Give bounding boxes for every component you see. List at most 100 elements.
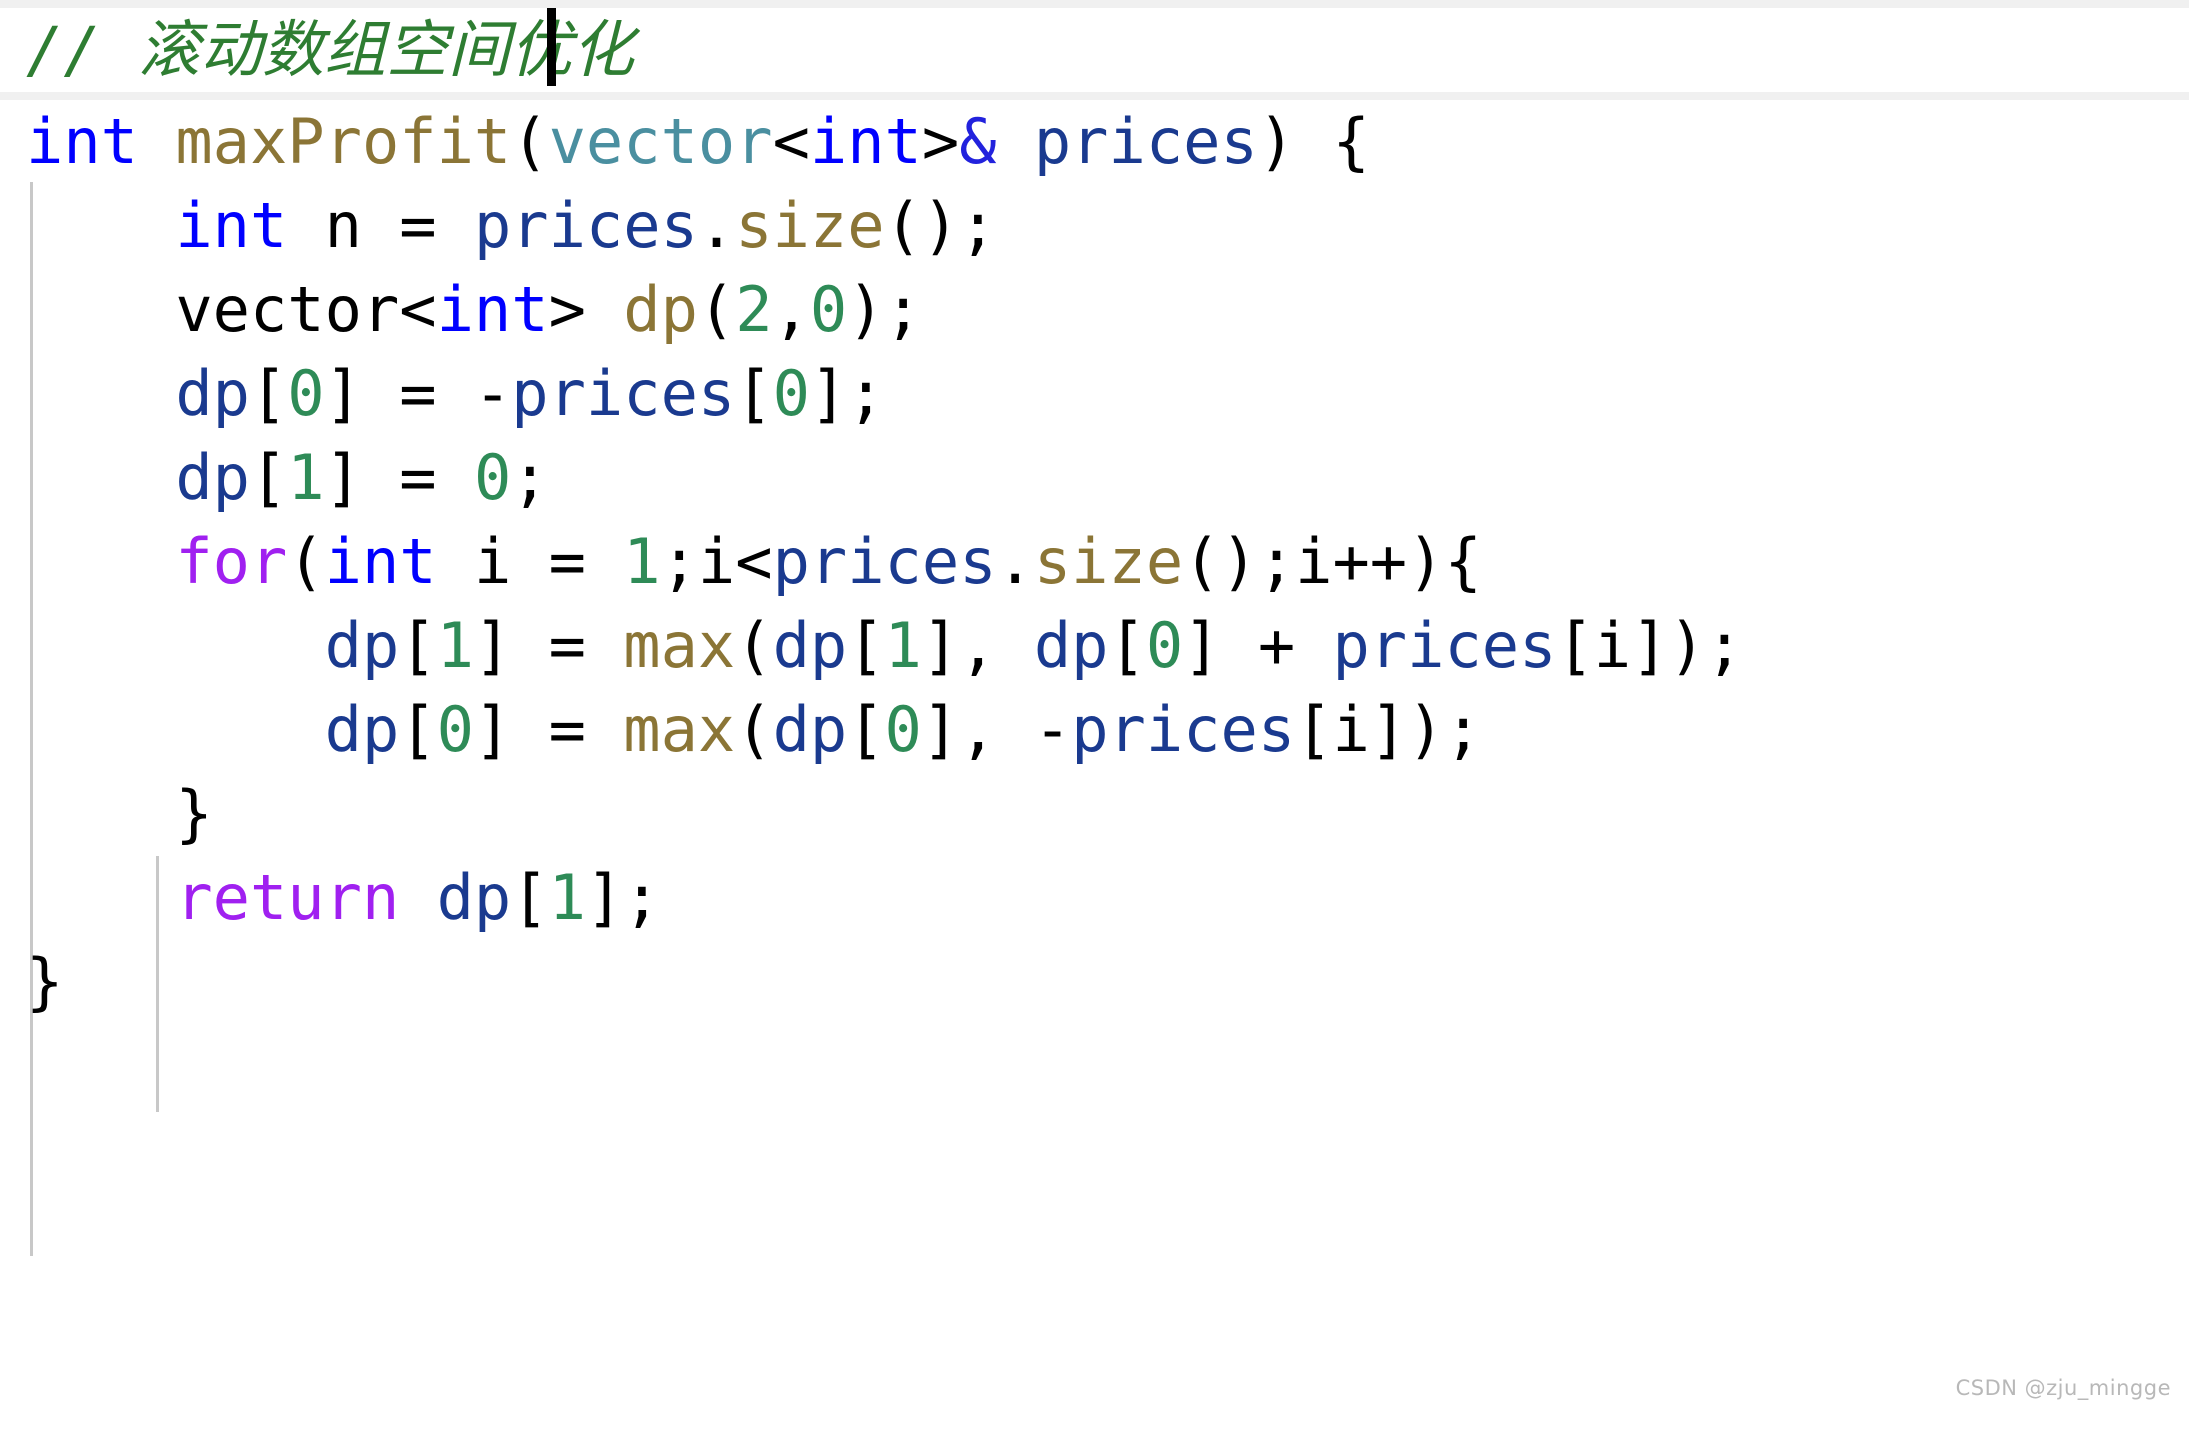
token-punct: ] bbox=[473, 609, 512, 682]
token-punct: [ bbox=[249, 357, 288, 430]
token-number: 0 bbox=[1145, 609, 1184, 682]
token-punct: ], bbox=[921, 693, 1034, 766]
token-var: prices bbox=[1071, 693, 1296, 766]
token-punct: ++){ bbox=[1332, 525, 1482, 598]
watermark-label: CSDN @zju_mingge bbox=[1955, 1376, 2171, 1400]
token-func: size bbox=[735, 189, 885, 262]
code-editor[interactable]: // 滚动数组空间优化 int maxProfit(vector<int>& pr… bbox=[0, 0, 2189, 1440]
token-punct: ]; bbox=[809, 357, 885, 430]
token-punct: ]); bbox=[1631, 609, 1744, 682]
token-number: 0 bbox=[772, 357, 810, 430]
line-dp1-init[interactable]: dp[1] = 0; bbox=[0, 436, 2189, 520]
token-plain: i bbox=[1295, 525, 1333, 598]
token-punct: , bbox=[772, 273, 810, 346]
token-var: prices bbox=[1332, 609, 1557, 682]
token-number: 0 bbox=[287, 357, 325, 430]
token-keyword: int bbox=[26, 105, 138, 178]
token-number: 0 bbox=[809, 273, 848, 346]
token-plain: i bbox=[697, 525, 736, 598]
token-plain: n bbox=[324, 189, 362, 262]
token-punct: ] bbox=[473, 693, 512, 766]
line-signature[interactable]: int maxProfit(vector<int>& prices) { bbox=[0, 100, 2189, 184]
token-punct: [ bbox=[1108, 609, 1146, 682]
token-op: - bbox=[1033, 693, 1072, 766]
line-func-close[interactable]: } bbox=[0, 940, 2189, 1024]
line-comment[interactable]: // 滚动数组空间优化 bbox=[0, 0, 2189, 100]
line-return[interactable]: return dp[1]; bbox=[0, 856, 2189, 940]
token-type: vector bbox=[548, 105, 773, 178]
token-punct: ] bbox=[324, 441, 362, 514]
code-content[interactable]: // 滚动数组空间优化 int maxProfit(vector<int>& pr… bbox=[0, 0, 2189, 1024]
token-keyword: int bbox=[175, 189, 288, 262]
line-for[interactable]: for(int i = 1;i<prices.size();i++){ bbox=[0, 520, 2189, 604]
token-var: dp bbox=[772, 693, 848, 766]
token-punct: ( bbox=[735, 609, 773, 682]
token-keyword: int bbox=[324, 525, 437, 598]
line-dp0-update[interactable]: dp[0] = max(dp[0], -prices[i]); bbox=[0, 688, 2189, 772]
text-caret bbox=[547, 8, 556, 86]
token-punct: ) bbox=[1257, 105, 1296, 178]
token-number: 1 bbox=[884, 609, 922, 682]
token-punct: ]; bbox=[585, 861, 661, 934]
token-number: 1 bbox=[623, 525, 661, 598]
token-punct: ( bbox=[735, 693, 773, 766]
token-amp: & bbox=[959, 105, 997, 178]
line-dp0-init[interactable]: dp[0] = -prices[0]; bbox=[0, 352, 2189, 436]
token-punct: (); bbox=[884, 189, 997, 262]
token-number: 0 bbox=[884, 693, 922, 766]
token-control: return bbox=[175, 861, 400, 934]
token-number: 1 bbox=[548, 861, 586, 934]
token-punct: [ bbox=[1556, 609, 1594, 682]
token-var: dp bbox=[436, 861, 512, 934]
token-punct: > bbox=[548, 273, 586, 346]
token-punct: [ bbox=[847, 609, 885, 682]
token-punct: . bbox=[697, 189, 736, 262]
token-plain: i bbox=[473, 525, 512, 598]
token-number: 0 bbox=[473, 441, 512, 514]
token-punct: } bbox=[26, 945, 64, 1018]
line-size[interactable]: int n = prices.size(); bbox=[0, 184, 2189, 268]
token-op: < bbox=[735, 525, 773, 598]
line-dp1-update[interactable]: dp[1] = max(dp[1], dp[0] + prices[i]); bbox=[0, 604, 2189, 688]
token-punct: [ bbox=[1295, 693, 1333, 766]
token-punct: [ bbox=[399, 609, 437, 682]
token-punct: ], bbox=[921, 609, 1034, 682]
line-dp-decl[interactable]: vector<int> dp(2,0); bbox=[0, 268, 2189, 352]
token-func: size bbox=[1033, 525, 1184, 598]
token-op: = bbox=[548, 693, 586, 766]
token-op: - bbox=[473, 357, 512, 430]
token-punct: < bbox=[399, 273, 437, 346]
token-punct: [ bbox=[735, 357, 773, 430]
token-punct: [ bbox=[249, 441, 288, 514]
token-op: = bbox=[399, 441, 437, 514]
token-punct: ); bbox=[847, 273, 922, 346]
token-control: for bbox=[175, 525, 288, 598]
token-op: = bbox=[399, 357, 437, 430]
token-comment: // bbox=[26, 13, 138, 86]
token-punct: [ bbox=[399, 693, 437, 766]
token-var: dp bbox=[175, 357, 250, 430]
token-var: prices bbox=[772, 525, 997, 598]
token-number: 1 bbox=[436, 609, 474, 682]
line-for-close[interactable]: } bbox=[0, 772, 2189, 856]
token-func: max bbox=[623, 609, 736, 682]
